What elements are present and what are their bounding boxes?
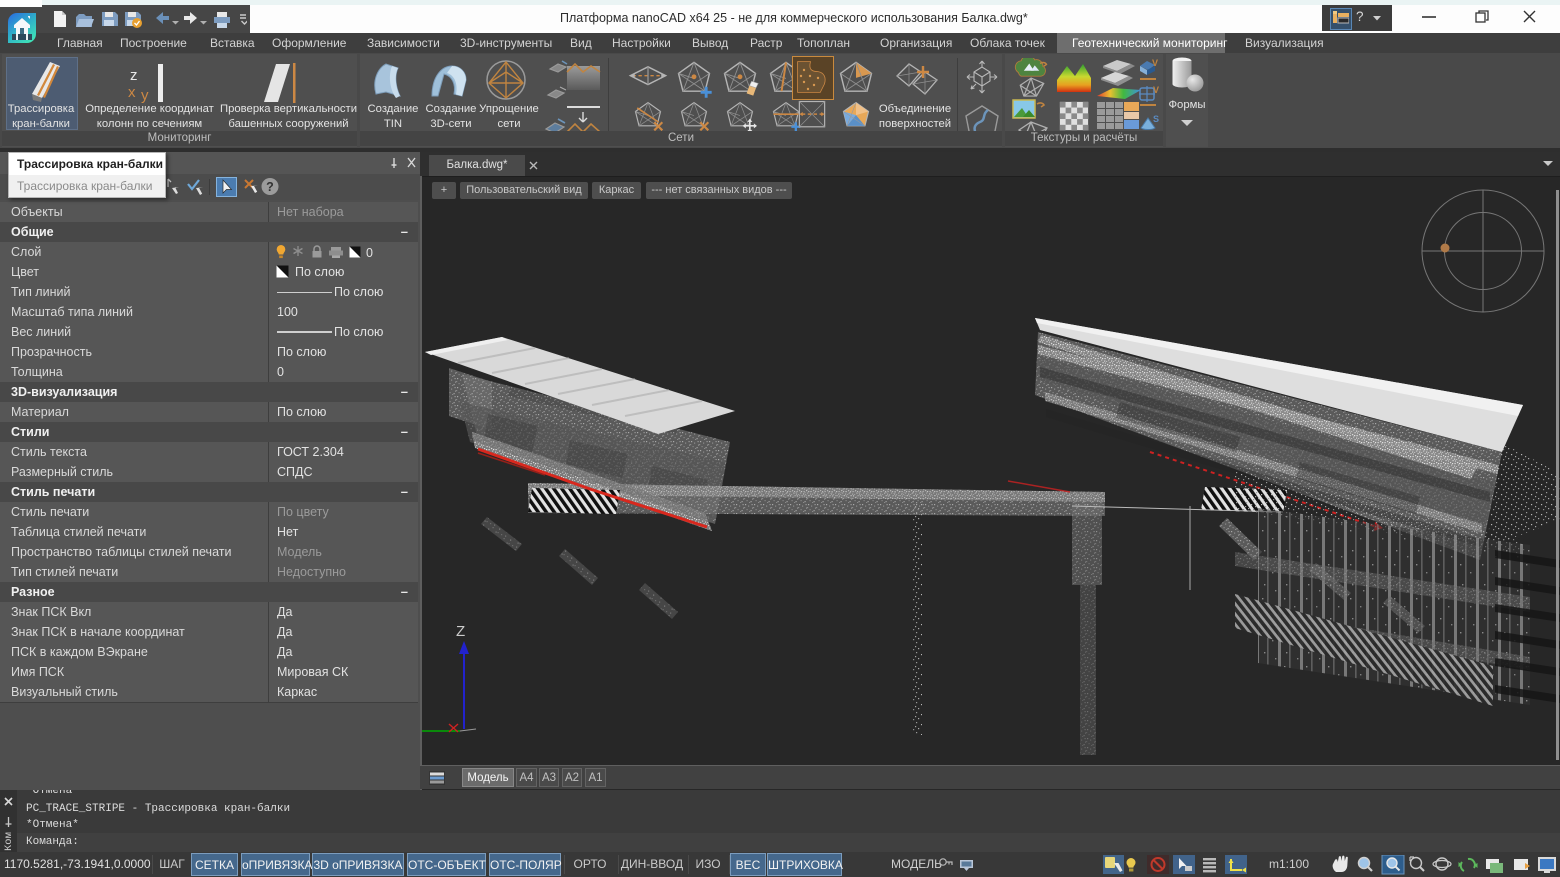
- svg-text:?: ?: [266, 180, 274, 194]
- svg-text:V: V: [1153, 85, 1159, 95]
- svg-text:V: V: [1152, 58, 1158, 68]
- svg-text:x: x: [128, 84, 136, 101]
- svg-text:z: z: [130, 67, 138, 84]
- svg-text:0: 0: [366, 246, 373, 260]
- svg-text:S: S: [1153, 114, 1159, 124]
- svg-text:Z: Z: [456, 623, 465, 640]
